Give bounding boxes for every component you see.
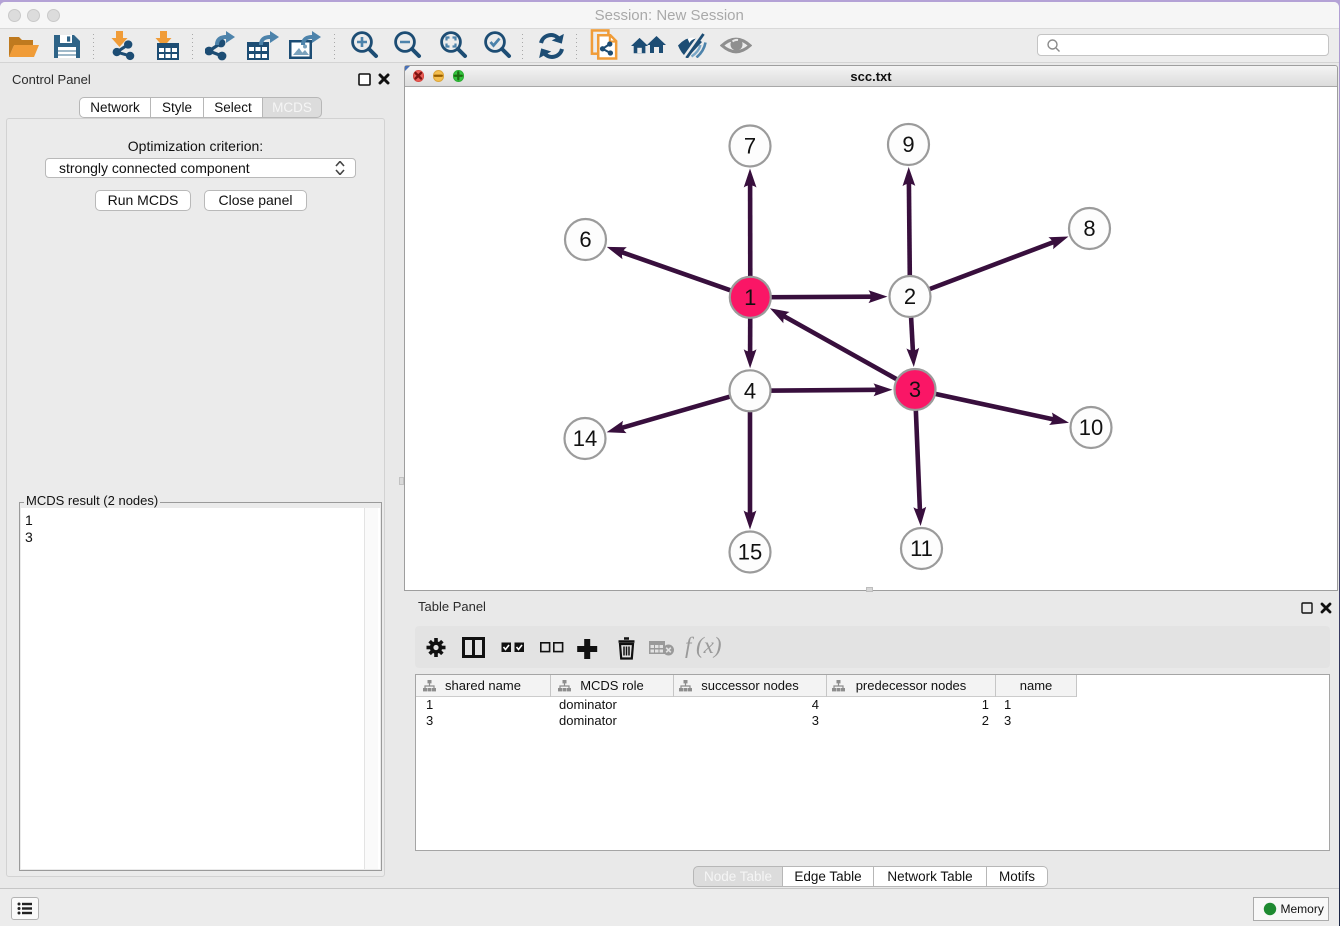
svg-text:7: 7 bbox=[744, 134, 756, 159]
svg-text:2: 2 bbox=[904, 284, 916, 309]
svg-text:9: 9 bbox=[902, 132, 914, 157]
svg-text:1: 1 bbox=[744, 285, 756, 310]
svg-text:11: 11 bbox=[910, 536, 933, 561]
svg-text:10: 10 bbox=[1079, 415, 1103, 440]
svg-text:8: 8 bbox=[1083, 216, 1095, 241]
svg-text:14: 14 bbox=[573, 426, 597, 451]
svg-text:4: 4 bbox=[744, 378, 756, 403]
svg-text:6: 6 bbox=[579, 227, 591, 252]
svg-text:3: 3 bbox=[909, 377, 921, 402]
svg-text:15: 15 bbox=[738, 540, 762, 565]
